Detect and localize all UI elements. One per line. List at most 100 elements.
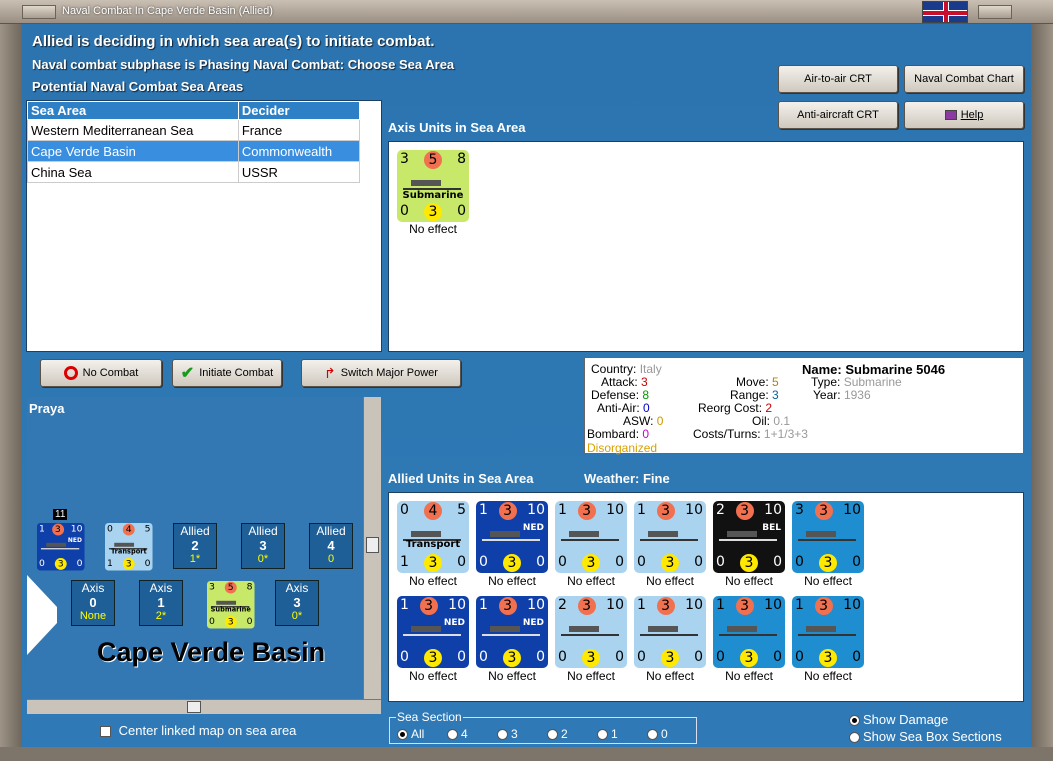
allied-sea-box[interactable]: Allied 4 0 <box>309 523 353 569</box>
anti-aircraft-crt-button[interactable]: Anti-aircraft CRT <box>778 101 898 129</box>
map-unit-counter[interactable]: 0 4 5 Transport 1 3 0 <box>105 523 153 571</box>
decider-cell[interactable]: USSR <box>237 161 361 183</box>
counter-attack: 1 <box>400 597 409 613</box>
nationality-label: NED <box>522 523 544 533</box>
allied-unit-counter[interactable]: 1 3 10 NED 0 3 0 <box>476 596 548 668</box>
hscroll-thumb[interactable] <box>187 701 201 713</box>
submarine-icon <box>403 176 461 190</box>
counter-aa: 0 <box>400 649 409 665</box>
switch-major-power-button[interactable]: ↱ Switch Major Power <box>301 359 461 387</box>
axis-submarine-counter[interactable]: 358 Submarine 030 <box>397 150 469 222</box>
no-combat-button[interactable]: No Combat <box>40 359 162 387</box>
air-to-air-crt-button[interactable]: Air-to-air CRT <box>778 65 898 93</box>
counter-aa: 0 <box>400 203 409 219</box>
center-map-checkbox-row[interactable]: Center linked map on sea area <box>100 723 296 738</box>
counter-asw: 0 <box>76 557 83 569</box>
help-button[interactable]: Help <box>904 101 1024 129</box>
allied-sea-box[interactable]: Allied 3 0* <box>241 523 285 569</box>
map-place-label: Praya <box>29 401 65 416</box>
axis-unit-effect: No effect <box>409 222 457 236</box>
show-boxes-label: Show Sea Box Sections <box>863 729 1002 744</box>
counter-attack: 0 <box>106 523 113 535</box>
column-header-decider[interactable]: Decider <box>237 101 361 120</box>
map-unit-counter[interactable]: 1 3 10 NED 0 3 0 <box>37 523 85 571</box>
allied-unit-counter[interactable]: 1 3 10 0 3 0 <box>713 596 785 668</box>
counter-move: 10 <box>843 597 861 613</box>
decider-cell[interactable]: Commonwealth <box>237 140 361 162</box>
counter-range: 3 <box>740 554 758 572</box>
info-oil: Oil: 0.1 <box>752 414 791 428</box>
show-damage-option[interactable]: Show Damage <box>849 712 948 727</box>
table-row[interactable]: Western Mediterranean Sea France <box>27 119 361 141</box>
counter-attack: 1 <box>38 523 45 535</box>
map-sea-name: Cape Verde Basin <box>97 637 326 667</box>
allied-sea-box[interactable]: Allied 2 1* <box>173 523 217 569</box>
naval-combat-chart-button[interactable]: Naval Combat Chart <box>904 65 1024 93</box>
vscroll-thumb[interactable] <box>366 537 379 553</box>
sea-section-radio[interactable] <box>447 729 458 741</box>
allied-unit-counter[interactable]: 0 4 5 Transport 1 3 0 <box>397 501 469 573</box>
counter-asw: 0 <box>852 649 861 665</box>
box-side: Allied <box>248 524 278 538</box>
sea-area-map[interactable]: Praya 11 1 3 10 NED 0 3 0 0 4 5 Transport 1 3 0 3 5 8 Sub… <box>27 397 363 699</box>
axis-sea-box[interactable]: Axis 0 None <box>71 580 115 626</box>
info-bombard: Bombard: 0 <box>587 427 650 441</box>
allied-unit-counter[interactable]: 2 3 10 BEL 0 3 0 <box>713 501 785 573</box>
center-map-checkbox[interactable] <box>100 726 111 738</box>
sea-section-option[interactable]: 2 <box>547 727 597 741</box>
sea-section-option[interactable]: 3 <box>497 727 547 741</box>
counter-aa: 0 <box>795 649 804 665</box>
window-close-button[interactable] <box>978 5 1012 19</box>
sea-section-radio[interactable] <box>497 729 508 741</box>
allied-unit-counter[interactable]: 1 3 10 0 3 0 <box>634 596 706 668</box>
counter-attack: 1 <box>716 597 725 613</box>
allied-unit-counter[interactable]: 3 3 10 0 3 0 <box>792 501 864 573</box>
sea-section-radio[interactable] <box>597 729 608 741</box>
counter-asw: 0 <box>457 554 466 570</box>
center-map-label: Center linked map on sea area <box>118 723 297 738</box>
map-vertical-scrollbar[interactable] <box>363 397 381 699</box>
info-costs: Costs/Turns: 1+1/3+3 <box>693 427 808 441</box>
map-unit-counter[interactable]: 3 5 8 Submarine 0 3 0 <box>207 581 255 629</box>
sea-section-option[interactable]: 1 <box>597 727 647 741</box>
show-damage-radio[interactable] <box>849 715 860 727</box>
table-row-selected[interactable]: Cape Verde Basin Commonwealth <box>27 140 361 162</box>
sea-area-cell[interactable]: Cape Verde Basin <box>27 140 239 162</box>
counter-aa: 0 <box>558 554 567 570</box>
sea-section-option[interactable]: All <box>397 727 447 741</box>
allied-unit-counter[interactable]: 1 3 10 0 3 0 <box>792 596 864 668</box>
allied-unit-counter[interactable]: 1 3 10 0 3 0 <box>634 501 706 573</box>
initiate-combat-button[interactable]: ✔ Initiate Combat <box>172 359 282 387</box>
column-header-sea-area[interactable]: Sea Area <box>27 101 239 120</box>
decider-cell[interactable]: France <box>237 119 361 141</box>
sea-section-option[interactable]: 0 <box>647 727 697 741</box>
allied-unit-counter[interactable]: 1 3 10 NED 0 3 0 <box>476 501 548 573</box>
sea-section-radio[interactable] <box>547 729 558 741</box>
counter-aa: 1 <box>400 554 409 570</box>
status-line: Allied is deciding in which sea area(s) … <box>32 33 435 50</box>
show-boxes-option[interactable]: Show Sea Box Sections <box>849 729 1002 744</box>
sea-section-radio[interactable] <box>647 729 658 741</box>
allied-unit-counter[interactable]: 2 3 10 0 3 0 <box>555 596 627 668</box>
sea-section-options: All 4 3 2 1 0 <box>397 727 697 741</box>
sea-area-cell[interactable]: Western Mediterranean Sea <box>27 119 239 141</box>
warship-icon <box>640 527 698 541</box>
warship-icon <box>719 622 777 636</box>
system-menu-button[interactable] <box>22 5 56 19</box>
axis-sea-box[interactable]: Axis 1 2* <box>139 580 183 626</box>
allied-unit-counter[interactable]: 1 3 10 NED 0 3 0 <box>397 596 469 668</box>
counter-move: 8 <box>457 151 466 167</box>
map-horizontal-scrollbar[interactable] <box>27 699 381 714</box>
sea-section-radio[interactable] <box>397 729 408 741</box>
counter-aa: 0 <box>637 649 646 665</box>
counter-type: Submarine <box>210 606 251 614</box>
counter-aa: 0 <box>208 615 215 627</box>
sea-area-cell[interactable]: China Sea <box>27 161 239 183</box>
show-boxes-radio[interactable] <box>849 732 860 744</box>
table-row[interactable]: China Sea USSR <box>27 161 361 183</box>
allied-unit-counter[interactable]: 1 3 10 0 3 0 <box>555 501 627 573</box>
counter-attack: 2 <box>716 502 725 518</box>
axis-sea-box[interactable]: Axis 3 0* <box>275 580 319 626</box>
counter-move: 10 <box>606 597 624 613</box>
sea-section-option[interactable]: 4 <box>447 727 497 741</box>
